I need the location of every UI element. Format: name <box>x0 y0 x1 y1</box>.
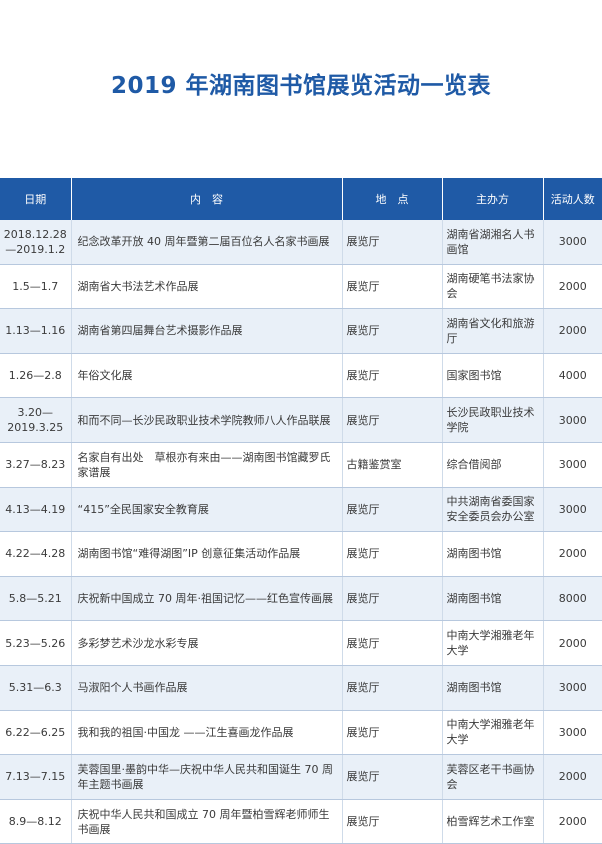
exhibition-table: 日期 内 容 地 点 主办方 活动人数 2018.12.28 —2019.1.2 纪… <box>0 178 602 844</box>
cell-place: 展览厅 <box>342 353 443 399</box>
cell-organizer: 湖南图书馆 <box>442 665 544 711</box>
cell-count: 3000 <box>543 220 602 265</box>
cell-organizer: 湖南图书馆 <box>442 576 544 622</box>
header-row: 日期 内 容 地 点 主办方 活动人数 <box>0 178 602 220</box>
cell-date: 5.23—5.26 <box>0 620 72 666</box>
cell-organizer: 湖南硬笔书法家协会 <box>442 264 544 310</box>
cell-place: 古籍鉴赏室 <box>342 442 443 488</box>
cell-place: 展览厅 <box>342 531 443 577</box>
cell-content: 我和我的祖国·中国龙 ——江生喜画龙作品展 <box>71 710 343 756</box>
cell-place: 展览厅 <box>342 220 443 265</box>
cell-content: “415”全民国家安全教育展 <box>71 487 343 533</box>
cell-content: 庆祝新中国成立 70 周年·祖国记忆——红色宣传画展 <box>71 576 343 622</box>
table-row: 2018.12.28 —2019.1.2 纪念改革开放 40 周年暨第二届百位名人名… <box>0 220 602 265</box>
cell-date: 4.13—4.19 <box>0 487 72 533</box>
cell-organizer: 湖南省湖湘名人书画馆 <box>442 220 544 265</box>
cell-date: 6.22—6.25 <box>0 710 72 756</box>
table-row: 3.27—8.23 名家自有出处 草根亦有来由——湖南图书馆藏罗氏家谱展 古籍鉴赏室… <box>0 442 602 488</box>
cell-count: 3000 <box>543 710 602 756</box>
cell-content: 湖南省大书法艺术作品展 <box>71 264 343 310</box>
cell-date: 1.5—1.7 <box>0 264 72 310</box>
cell-date: 3.27—8.23 <box>0 442 72 488</box>
cell-date: 8.9—8.12 <box>0 799 72 844</box>
cell-organizer: 综合借阅部 <box>442 442 544 488</box>
header-organizer: 主办方 <box>442 178 544 220</box>
cell-count: 3000 <box>543 442 602 488</box>
cell-count: 4000 <box>543 353 602 399</box>
cell-organizer: 国家图书馆 <box>442 353 544 399</box>
header-date: 日期 <box>0 178 72 220</box>
table-row: 5.8—5.21 庆祝新中国成立 70 周年·祖国记忆——红色宣传画展 展览厅 湖南图… <box>0 576 602 622</box>
cell-content: 年俗文化展 <box>71 353 343 399</box>
cell-count: 2000 <box>543 620 602 666</box>
cell-date: 5.8—5.21 <box>0 576 72 622</box>
cell-content: 芙蓉国里·墨韵中华—庆祝中华人民共和国诞生 70 周年主题书画展 <box>71 754 343 800</box>
cell-organizer: 湖南省文化和旅游厅 <box>442 308 544 354</box>
table-row: 6.22—6.25 我和我的祖国·中国龙 ——江生喜画龙作品展 展览厅 中南大学湘雅老… <box>0 710 602 756</box>
cell-content: 马淑阳个人书画作品展 <box>71 665 343 711</box>
table-row: 5.31—6.3 马淑阳个人书画作品展 展览厅 湖南图书馆 3000 <box>0 665 602 711</box>
cell-count: 3000 <box>543 665 602 711</box>
cell-content: 多彩梦艺术沙龙水彩专展 <box>71 620 343 666</box>
cell-date: 1.26—2.8 <box>0 353 72 399</box>
table-row: 1.5—1.7 湖南省大书法艺术作品展 展览厅 湖南硬笔书法家协会 2000 <box>0 264 602 310</box>
cell-count: 2000 <box>543 531 602 577</box>
table-row: 4.13—4.19 “415”全民国家安全教育展 展览厅 中共湖南省委国家安全委员会办… <box>0 487 602 533</box>
table-row: 1.13—1.16 湖南省第四届舞台艺术摄影作品展 展览厅 湖南省文化和旅游厅 2000 <box>0 308 602 354</box>
cell-date: 2018.12.28 —2019.1.2 <box>0 220 72 265</box>
cell-date: 7.13—7.15 <box>0 754 72 800</box>
cell-place: 展览厅 <box>342 799 443 844</box>
cell-place: 展览厅 <box>342 308 443 354</box>
table-row: 4.22—4.28 湖南图书馆“难得湖图”IP 创意征集活动作品展 展览厅 湖南图书馆… <box>0 531 602 577</box>
cell-organizer: 中南大学湘雅老年大学 <box>442 620 544 666</box>
cell-count: 2000 <box>543 308 602 354</box>
cell-date: 1.13—1.16 <box>0 308 72 354</box>
table-row: 5.23—5.26 多彩梦艺术沙龙水彩专展 展览厅 中南大学湘雅老年大学 2000 <box>0 620 602 666</box>
table-header: 日期 内 容 地 点 主办方 活动人数 <box>0 178 602 220</box>
cell-date: 4.22—4.28 <box>0 531 72 577</box>
table-row: 8.9—8.12 庆祝中华人民共和国成立 70 周年暨柏雪辉老师师生书画展 展览厅柏… <box>0 799 602 844</box>
cell-count: 3000 <box>543 397 602 443</box>
header-place: 地 点 <box>342 178 443 220</box>
table-body: 2018.12.28 —2019.1.2 纪念改革开放 40 周年暨第二届百位名人名… <box>0 220 602 844</box>
cell-organizer: 中南大学湘雅老年大学 <box>442 710 544 756</box>
table-row: 3.20— 2019.3.25 和而不同—长沙民政职业技术学院教师八人作品联展 展览厅… <box>0 397 602 443</box>
cell-count: 8000 <box>543 576 602 622</box>
cell-organizer: 长沙民政职业技术学院 <box>442 397 544 443</box>
cell-organizer: 湖南图书馆 <box>442 531 544 577</box>
page-title: 2019 年湖南图书馆展览活动一览表 <box>110 73 492 99</box>
cell-content: 湖南省第四届舞台艺术摄影作品展 <box>71 308 343 354</box>
table-row: 1.26—2.8 年俗文化展 展览厅 国家图书馆 4000 <box>0 353 602 399</box>
cell-place: 展览厅 <box>342 620 443 666</box>
cell-place: 展览厅 <box>342 576 443 622</box>
cell-content: 湖南图书馆“难得湖图”IP 创意征集活动作品展 <box>71 531 343 577</box>
cell-count: 2000 <box>543 264 602 310</box>
cell-content: 和而不同—长沙民政职业技术学院教师八人作品联展 <box>71 397 343 443</box>
cell-count: 2000 <box>543 754 602 800</box>
cell-place: 展览厅 <box>342 710 443 756</box>
cell-date: 5.31—6.3 <box>0 665 72 711</box>
cell-content: 纪念改革开放 40 周年暨第二届百位名人名家书画展 <box>71 220 343 265</box>
cell-count: 2000 <box>543 799 602 844</box>
cell-place: 展览厅 <box>342 264 443 310</box>
table-row: 7.13—7.15 芙蓉国里·墨韵中华—庆祝中华人民共和国诞生 70 周年主题书画… <box>0 754 602 800</box>
cell-place: 展览厅 <box>342 754 443 800</box>
cell-count: 3000 <box>543 487 602 533</box>
cell-place: 展览厅 <box>342 487 443 533</box>
cell-organizer: 芙蓉区老干书画协会 <box>442 754 544 800</box>
cell-date: 3.20— 2019.3.25 <box>0 397 72 443</box>
cell-place: 展览厅 <box>342 665 443 711</box>
header-count: 活动人数 <box>543 178 602 220</box>
cell-organizer: 柏雪辉艺术工作室 <box>442 799 544 844</box>
cell-content: 名家自有出处 草根亦有来由——湖南图书馆藏罗氏家谱展 <box>71 442 343 488</box>
header-content: 内 容 <box>71 178 343 220</box>
cell-content: 庆祝中华人民共和国成立 70 周年暨柏雪辉老师师生书画展 <box>71 799 343 844</box>
cell-organizer: 中共湖南省委国家安全委员会办公室 <box>442 487 544 533</box>
cell-place: 展览厅 <box>342 397 443 443</box>
